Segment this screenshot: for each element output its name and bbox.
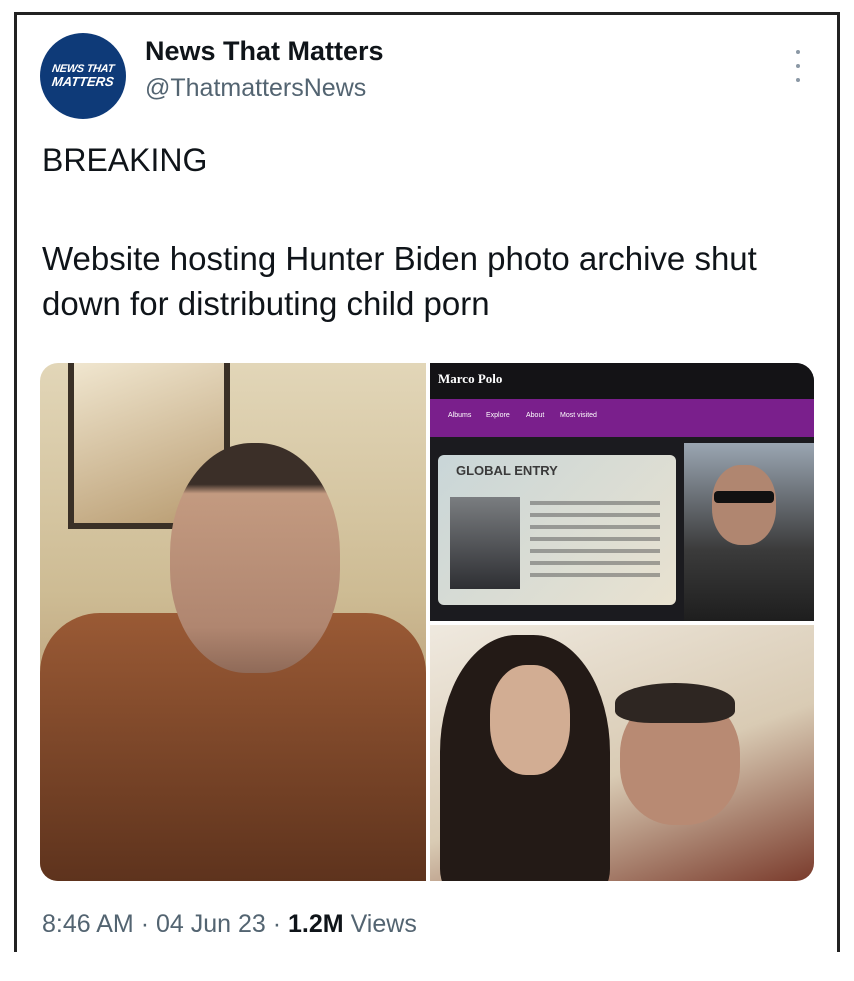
site-nav-item: Most visited [560,412,597,419]
figure-face [170,443,340,673]
site-logo: Marco Polo [438,371,503,386]
photo-selfie[interactable] [40,363,426,881]
photo-screenshot[interactable]: Marco Polo Albums Explore About Most vis… [430,363,814,621]
site-nav-item: Explore [486,412,510,419]
photo-driver [684,443,814,621]
photo-couple[interactable] [430,625,814,881]
sunglasses [714,491,774,503]
account-name[interactable]: News That Matters [145,36,384,67]
site-nav-item: About [526,412,545,419]
post-frame-bottom [14,930,840,948]
account-handle[interactable]: @ThatmattersNews [145,74,366,103]
figure-woman-face [490,665,570,775]
more-dot [796,64,800,68]
more-dot [796,78,800,82]
avatar-text-bottom: MATTERS [51,74,115,89]
id-card: GLOBAL ENTRY [438,455,676,605]
site-nav: Albums Explore About Most visited [430,399,814,437]
post-headline: BREAKING [42,142,208,178]
avatar[interactable]: NEWS THAT MATTERS [40,33,126,119]
more-options-icon[interactable] [788,50,808,82]
more-dot [796,50,800,54]
id-card-title: GLOBAL ENTRY [456,463,558,478]
post-body: Website hosting Hunter Biden photo archi… [42,240,757,322]
site-nav-item: Albums [448,412,472,419]
site-header: Marco Polo [430,363,814,399]
figure-man-hair [615,683,735,723]
id-card-lines [530,501,660,585]
driver-face [712,465,776,545]
id-card-photo [450,497,520,589]
media-grid[interactable]: Marco Polo Albums Explore About Most vis… [40,363,814,881]
